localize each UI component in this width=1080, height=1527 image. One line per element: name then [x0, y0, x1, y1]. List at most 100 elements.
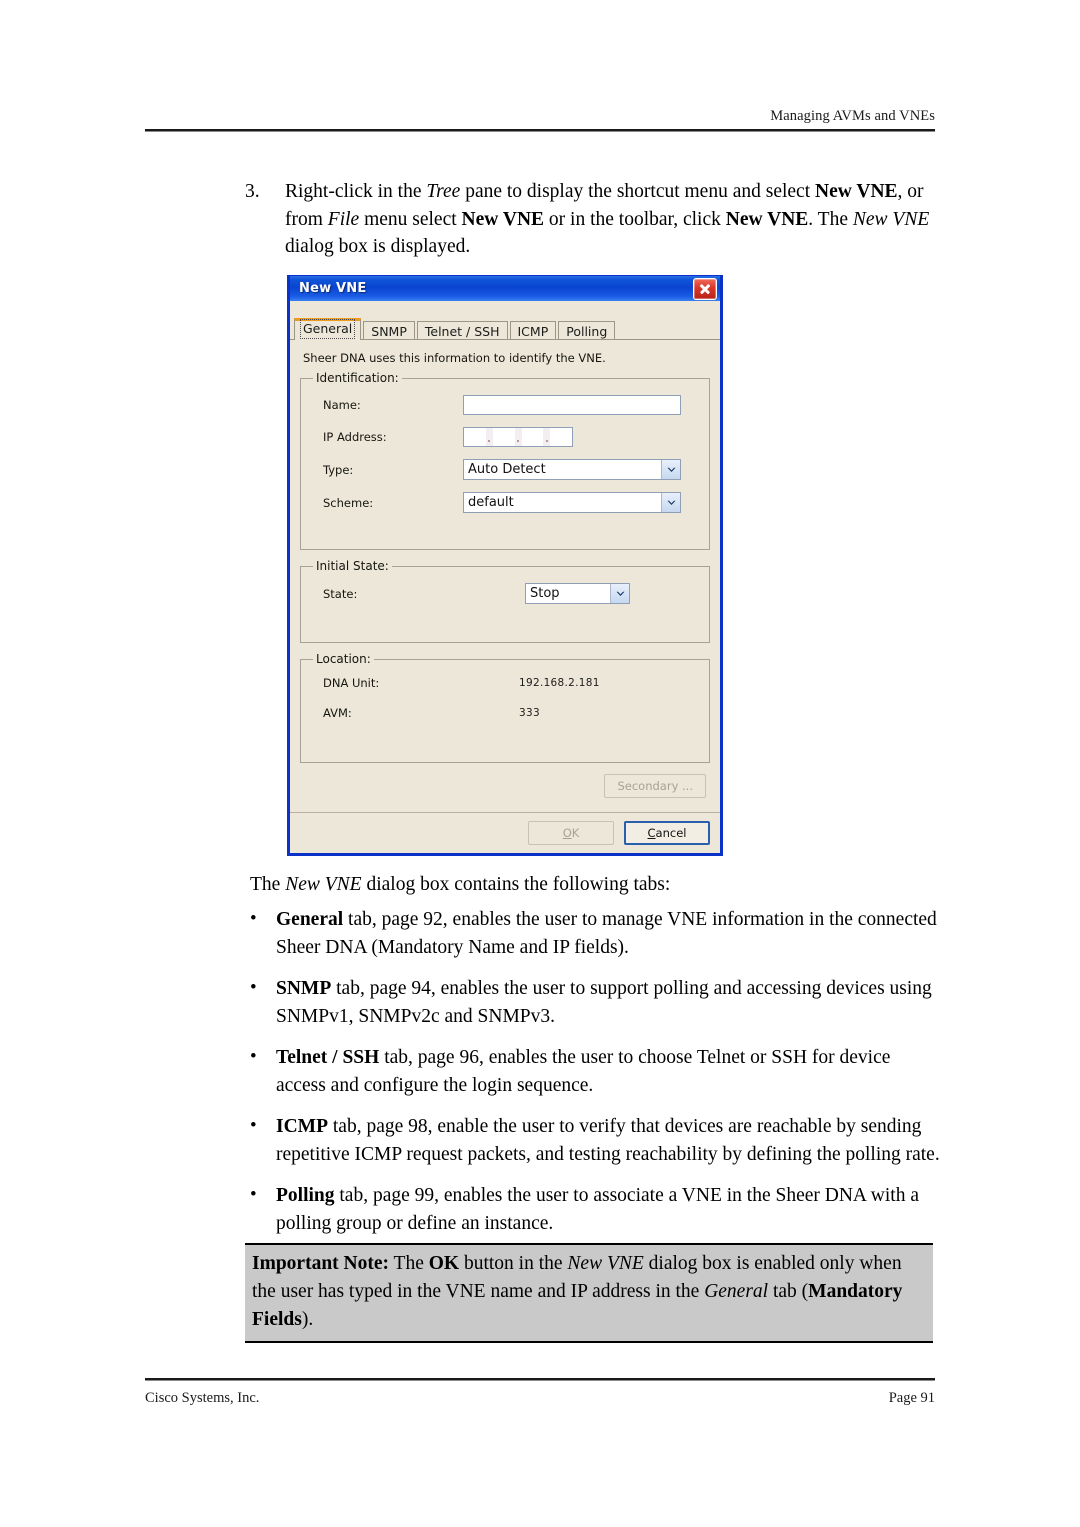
important-note-label: Important Note: — [252, 1253, 390, 1274]
lead-new-vne-emphasis: New VNE — [285, 874, 362, 895]
bullet-icon: • — [250, 908, 257, 929]
identification-legend: Identification: — [316, 371, 399, 385]
secondary-button[interactable]: Secondary ... — [604, 774, 706, 798]
note-new-vne-emphasis: New VNE — [567, 1253, 644, 1274]
tab-telnet-ssh-label: Telnet / SSH — [424, 324, 500, 339]
bullet-text: tab, page 98, enable the user to verify … — [276, 1116, 940, 1165]
bullet-term: SNMP — [276, 978, 332, 999]
tab-snmp[interactable]: SNMP — [363, 321, 415, 341]
new-vne-strong-1: New VNE — [815, 181, 898, 202]
type-row: Type: Auto Detect — [311, 459, 699, 480]
step-text: Right-click in the Tree pane to display … — [285, 178, 935, 261]
step-text-1: Right-click in the — [285, 181, 427, 202]
ok-button[interactable]: OK — [528, 821, 614, 845]
tab-polling[interactable]: Polling — [558, 321, 616, 341]
dialog-body: General SNMP Telnet / SSH ICMP Polling S… — [290, 301, 720, 853]
ip-octet-4[interactable] — [550, 428, 572, 446]
step-number: 3. — [245, 181, 260, 202]
scheme-select[interactable]: default — [463, 492, 681, 513]
bullet-term: General — [276, 909, 344, 930]
bullet-text: tab, page 92, enables the user to manage… — [276, 909, 937, 958]
list-item: • General tab, page 92, enables the user … — [248, 906, 940, 962]
step-text-5: or in the toolbar, click — [544, 208, 726, 230]
ip-address-input[interactable] — [463, 427, 573, 447]
name-input[interactable] — [463, 395, 681, 415]
tabs-bullet-list: • General tab, page 92, enables the user … — [248, 906, 940, 1238]
avm-row: AVM: 333 — [311, 706, 699, 720]
state-label: State: — [323, 586, 358, 601]
ip-separator-2 — [514, 428, 522, 446]
dialog-titlebar[interactable]: New VNE — [290, 275, 720, 301]
cancel-mnemonic: C — [647, 826, 656, 840]
scheme-row: Scheme: default — [311, 492, 699, 513]
avm-label: AVM: — [323, 706, 352, 720]
location-legend: Location: — [316, 652, 371, 666]
dialog-footer: OK Cancel — [290, 812, 720, 853]
tab-snmp-label: SNMP — [371, 324, 407, 339]
bullet-text: tab, page 99, enables the user to associ… — [276, 1185, 919, 1234]
bullet-icon: • — [250, 977, 257, 998]
note-general-emphasis: General — [704, 1281, 769, 1302]
tab-general[interactable]: General — [294, 318, 362, 340]
state-row: State: Stop — [311, 583, 699, 604]
dialog-title: New VNE — [299, 281, 367, 296]
new-vne-strong-3: New VNE — [725, 208, 809, 230]
close-icon[interactable] — [693, 277, 717, 300]
tab-icmp-label: ICMP — [517, 324, 549, 339]
name-label: Name: — [323, 398, 361, 412]
step-text-4: menu select — [359, 208, 462, 230]
type-label: Type: — [323, 462, 354, 477]
note-text-2: button in the — [459, 1253, 568, 1274]
footer-row: Cisco Systems, Inc. Page 91 — [145, 1381, 935, 1407]
ok-mnemonic: O — [562, 826, 572, 840]
type-select[interactable]: Auto Detect — [463, 459, 681, 480]
ip-octet-1[interactable] — [464, 428, 486, 446]
cancel-rest: ancel — [655, 826, 687, 840]
note-text-1: The — [389, 1253, 429, 1274]
chevron-down-icon[interactable] — [610, 584, 629, 603]
ip-separator-3 — [543, 428, 551, 446]
tab-general-label: General — [299, 319, 356, 339]
list-item: • Telnet / SSH tab, page 96, enables the … — [248, 1044, 940, 1100]
cancel-button[interactable]: Cancel — [624, 821, 710, 845]
bullet-icon: • — [250, 1115, 257, 1136]
tab-icmp[interactable]: ICMP — [509, 321, 557, 341]
dna-unit-value: 192.168.2.181 — [519, 677, 600, 689]
file-emphasis: File — [327, 208, 360, 230]
lead-text-2: dialog box contains the following tabs: — [361, 874, 671, 895]
page-footer: Cisco Systems, Inc. Page 91 — [145, 1378, 935, 1407]
page-header: Managing AVMs and VNEs — [145, 108, 935, 132]
bullet-text: tab, page 94, enables the user to suppor… — [276, 978, 932, 1027]
list-item: • ICMP tab, page 98, enable the user to v… — [248, 1113, 940, 1169]
list-item: • Polling tab, page 99, enables the user … — [248, 1182, 940, 1238]
tabs-lead-paragraph: The New VNE dialog box contains the foll… — [250, 871, 940, 899]
step-text-2: pane to display the shortcut menu and se… — [460, 181, 816, 202]
footer-page-number: Page 91 — [888, 1390, 935, 1406]
list-item: • SNMP tab, page 94, enables the user to … — [248, 975, 940, 1031]
ip-address-label: IP Address: — [323, 430, 387, 444]
ip-octet-3[interactable] — [521, 428, 544, 446]
chevron-down-icon[interactable] — [661, 460, 680, 479]
state-select-value: Stop — [530, 586, 560, 601]
state-select[interactable]: Stop — [525, 583, 630, 604]
chevron-down-icon[interactable] — [661, 493, 680, 512]
tabstrip-spacer — [290, 301, 720, 318]
note-ok-strong: OK — [428, 1253, 460, 1274]
identification-group: Identification: Name: IP Address: Type: … — [300, 371, 710, 550]
new-vne-strong-2: New VNE — [461, 208, 545, 230]
document-page: Managing AVMs and VNEs 3. Right-click in… — [0, 0, 1080, 1527]
bullet-icon: • — [250, 1184, 257, 1205]
scheme-label: Scheme: — [323, 495, 374, 510]
secondary-button-row: Secondary ... — [300, 772, 710, 804]
tab-telnet-ssh[interactable]: Telnet / SSH — [416, 321, 508, 341]
ip-octet-2[interactable] — [492, 428, 515, 446]
ip-separator-1 — [485, 428, 493, 446]
tree-emphasis: Tree — [426, 181, 461, 202]
panel-description: Sheer DNA uses this information to ident… — [303, 351, 606, 365]
ip-address-row: IP Address: — [311, 427, 699, 447]
tab-bar: General SNMP Telnet / SSH ICMP Polling — [290, 318, 720, 341]
step-text-6: . The — [808, 208, 853, 230]
note-text-4: tab ( — [768, 1281, 809, 1302]
bullet-term: ICMP — [276, 1116, 328, 1137]
header-rule — [145, 129, 935, 132]
